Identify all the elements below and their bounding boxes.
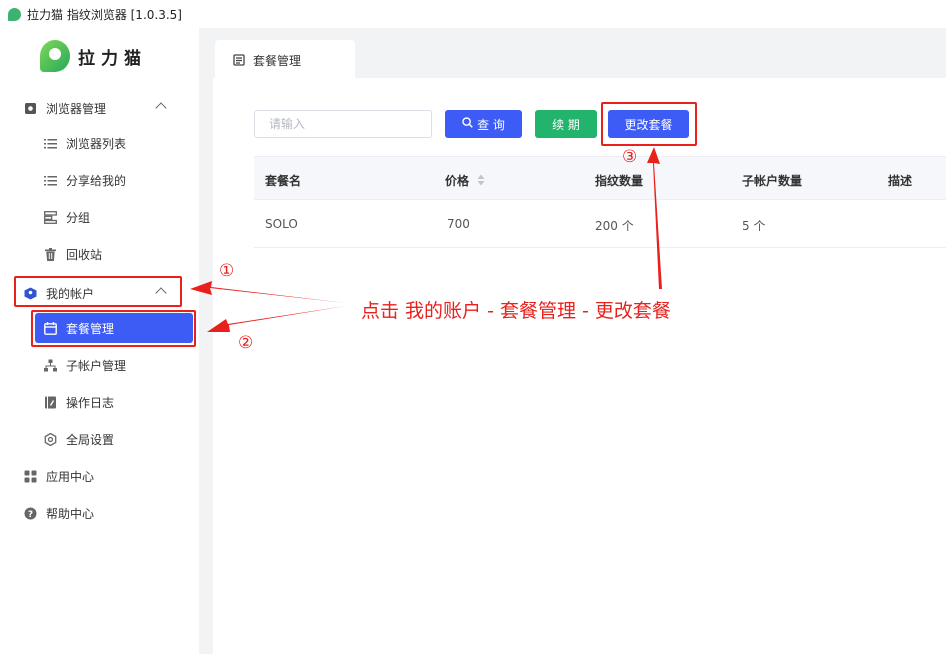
sidebar-item-app-center[interactable]: 应用中心 bbox=[0, 461, 199, 491]
plan-table: 套餐名 价格 指纹数量 子帐户数量 描述 SOLO 700 200 个 5 个 bbox=[254, 156, 946, 248]
column-header-description: 描述 bbox=[888, 174, 913, 188]
sidebar-group-browser-management[interactable]: 浏览器管理 bbox=[0, 93, 199, 123]
sidebar-group-label: 我的帐户 bbox=[46, 286, 95, 301]
sidebar-item-global-settings[interactable]: 全局设置 bbox=[0, 424, 199, 454]
calendar-icon bbox=[44, 321, 57, 335]
log-book-icon bbox=[44, 396, 57, 409]
cell-sub-accounts: 5 个 bbox=[742, 219, 766, 233]
step-marker-2: ② bbox=[238, 333, 254, 353]
cell-fingerprints: 200 个 bbox=[595, 219, 634, 233]
app-logo-icon bbox=[8, 7, 21, 21]
window-title: 拉力猫 指纹浏览器 [1.0.3.5] bbox=[27, 7, 182, 22]
sidebar-item-label: 应用中心 bbox=[46, 469, 95, 484]
sidebar-item-label: 回收站 bbox=[66, 247, 103, 262]
cell-price: 700 bbox=[447, 217, 470, 231]
search-input[interactable] bbox=[254, 110, 432, 138]
column-header-sub-accounts: 子帐户数量 bbox=[742, 174, 803, 188]
apps-grid-icon bbox=[24, 470, 37, 483]
renew-button[interactable]: 续 期 bbox=[535, 110, 597, 138]
step-marker-1: ① bbox=[219, 261, 235, 281]
sidebar-item-help-center[interactable]: ? 帮助中心 bbox=[0, 498, 199, 528]
cell-plan-name: SOLO bbox=[265, 217, 298, 231]
query-label: 查 询 bbox=[477, 117, 505, 132]
document-icon bbox=[233, 54, 245, 66]
query-button[interactable]: 查 询 bbox=[445, 110, 522, 138]
chevron-up-icon[interactable] bbox=[155, 287, 167, 299]
change-plan-button[interactable]: 更改套餐 bbox=[608, 110, 689, 138]
help-icon: ? bbox=[24, 507, 37, 520]
gear-icon bbox=[44, 432, 57, 446]
sidebar-item-recycle-bin[interactable]: 回收站 bbox=[0, 239, 199, 269]
step-marker-3: ③ bbox=[622, 147, 638, 167]
sidebar-item-operation-log[interactable]: 操作日志 bbox=[0, 387, 199, 417]
trash-icon bbox=[44, 247, 57, 261]
org-tree-icon bbox=[44, 359, 57, 372]
brand: 拉力猫 bbox=[40, 40, 147, 72]
sidebar-item-label: 操作日志 bbox=[66, 395, 115, 410]
tab-plan-management[interactable]: 套餐管理 bbox=[215, 40, 355, 80]
group-icon bbox=[44, 210, 57, 224]
column-header-plan-name: 套餐名 bbox=[265, 174, 302, 188]
sidebar-item-label: 子帐户管理 bbox=[66, 358, 127, 373]
tab-label: 套餐管理 bbox=[253, 53, 302, 68]
brand-name: 拉力猫 bbox=[78, 48, 147, 69]
sort-icon[interactable] bbox=[477, 174, 485, 189]
sidebar-item-label: 分组 bbox=[66, 210, 91, 225]
sidebar-item-label: 分享给我的 bbox=[66, 173, 127, 188]
sidebar-item-label: 套餐管理 bbox=[66, 321, 115, 336]
list-icon bbox=[44, 137, 57, 150]
brand-logo-icon bbox=[40, 40, 70, 72]
browser-management-icon bbox=[24, 102, 37, 115]
sidebar-item-label: 全局设置 bbox=[66, 432, 115, 447]
sidebar-item-plan-management[interactable]: 套餐管理 bbox=[35, 313, 193, 343]
sidebar-group-label: 浏览器管理 bbox=[46, 101, 107, 116]
chevron-up-icon[interactable] bbox=[155, 102, 167, 114]
sidebar-item-label: 浏览器列表 bbox=[66, 136, 127, 151]
table-header: 套餐名 价格 指纹数量 子帐户数量 描述 bbox=[254, 157, 946, 200]
column-header-fingerprints: 指纹数量 bbox=[595, 174, 644, 188]
column-header-label: 价格 bbox=[445, 174, 470, 188]
instruction-text: 点击 我的账户 - 套餐管理 - 更改套餐 bbox=[361, 300, 671, 322]
sidebar-item-label: 帮助中心 bbox=[46, 506, 95, 521]
svg-text:?: ? bbox=[28, 510, 33, 520]
list-icon bbox=[44, 174, 57, 187]
sidebar-item-sub-account-management[interactable]: 子帐户管理 bbox=[0, 350, 199, 380]
sidebar-item-browser-list[interactable]: 浏览器列表 bbox=[0, 128, 199, 158]
account-icon bbox=[24, 287, 37, 300]
column-header-price[interactable]: 价格 bbox=[445, 172, 485, 189]
sidebar-item-shared-with-me[interactable]: 分享给我的 bbox=[0, 165, 199, 195]
sidebar-item-groups[interactable]: 分组 bbox=[0, 202, 199, 232]
sidebar-group-my-account[interactable]: 我的帐户 bbox=[0, 278, 199, 308]
title-bar: 拉力猫 指纹浏览器 [1.0.3.5] bbox=[0, 0, 946, 28]
search-icon bbox=[462, 117, 473, 131]
